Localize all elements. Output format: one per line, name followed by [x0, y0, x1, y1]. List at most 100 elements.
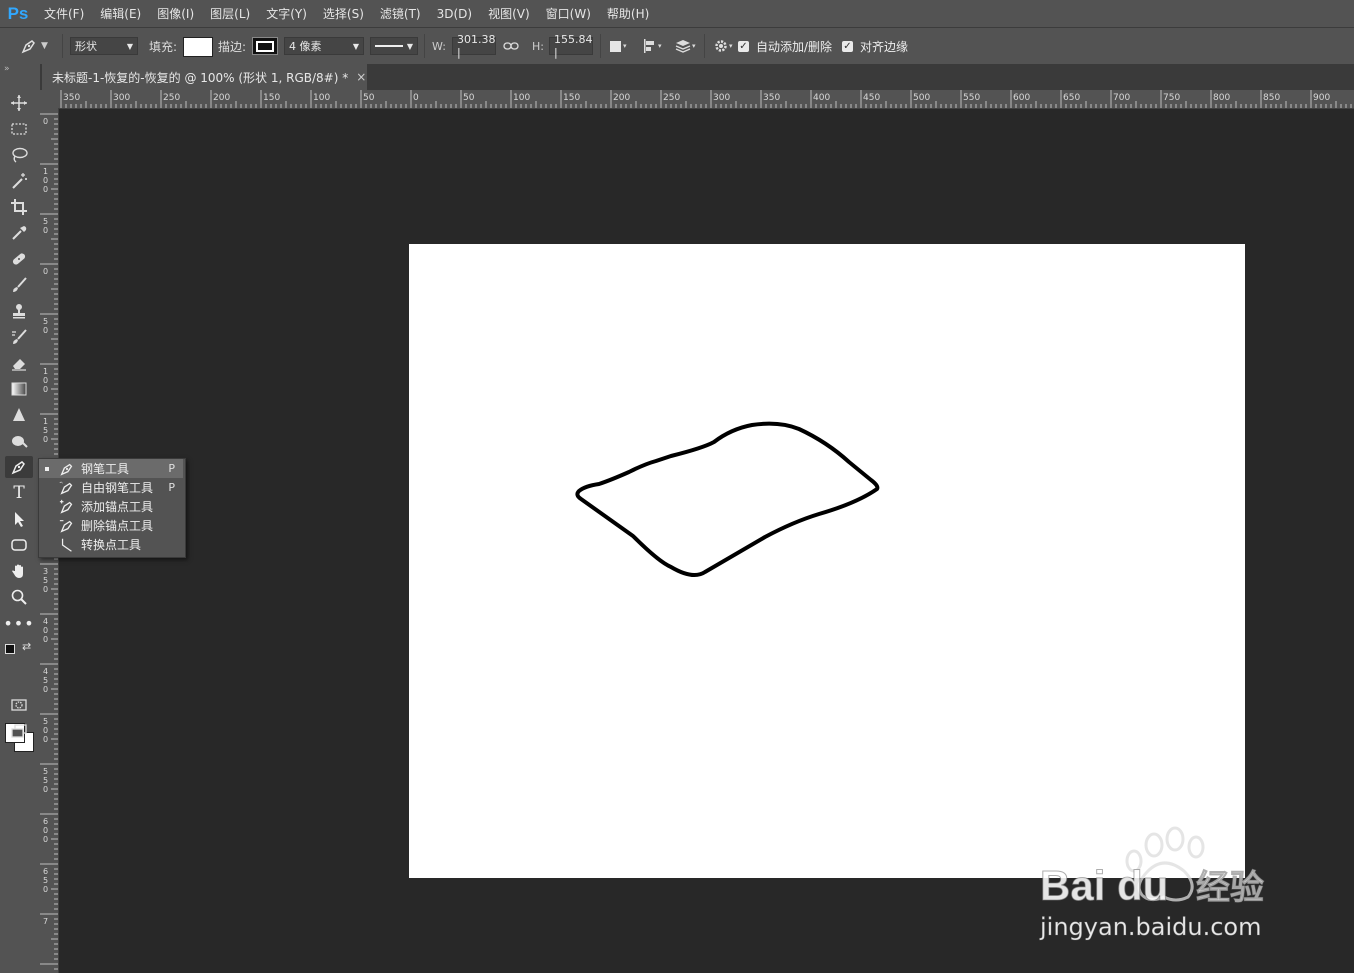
flyout-item-convert-point[interactable]: 转换点工具	[39, 535, 183, 554]
menu-3d[interactable]: 3D(D)	[429, 7, 480, 21]
shape-path[interactable]	[575, 421, 880, 578]
path-arrangement-icon[interactable]: ▾	[674, 37, 696, 55]
divider	[600, 34, 601, 58]
pen-icon	[59, 461, 75, 477]
horizontal-ruler[interactable]: 350 300 250 200 150 100 50 0 50 100 150 200 250 300 35…	[58, 90, 1354, 109]
ruler-tick-label: 0	[43, 376, 48, 385]
eraser-tool-icon[interactable]	[5, 352, 33, 374]
ruler-tick-label: 4	[43, 667, 48, 676]
height-input[interactable]: 155.84 |	[549, 33, 593, 59]
ruler-tick-label: 6	[43, 817, 48, 826]
ruler-tick-label: 5	[43, 317, 48, 326]
default-colors-icon[interactable]	[5, 644, 15, 654]
photoshop-logo: Ps	[7, 3, 29, 23]
move-tool-icon[interactable]	[5, 92, 33, 114]
ruler-tick-label: 50	[363, 93, 375, 103]
auto-add-delete-checkbox[interactable]: ✓ 自动添加/删除	[738, 37, 832, 55]
fill-swatch[interactable]	[183, 37, 213, 57]
align-edges-checkbox[interactable]: ✓ 对齐边缘	[842, 37, 908, 55]
ruler-tick-label: 0	[43, 267, 48, 276]
blur-tool-icon[interactable]	[5, 404, 33, 426]
ruler-tick-label: 650	[1063, 93, 1080, 103]
ruler-tick-label: 5	[43, 426, 48, 435]
close-icon[interactable]: ×	[356, 70, 366, 84]
zoom-tool-icon[interactable]	[5, 586, 33, 608]
quick-mask-icon[interactable]	[5, 694, 33, 716]
flyout-item-add-anchor[interactable]: 添加锚点工具	[39, 497, 183, 516]
ruler-tick-label: 3	[43, 567, 48, 576]
width-input[interactable]: 301.38 |	[452, 33, 496, 59]
menu-file[interactable]: 文件(F)	[36, 5, 92, 22]
drawn-shape[interactable]	[409, 244, 1245, 878]
gradient-tool-icon[interactable]	[5, 378, 33, 400]
menu-window[interactable]: 窗口(W)	[538, 5, 599, 22]
menu-view[interactable]: 视图(V)	[480, 5, 538, 22]
menu-select[interactable]: 选择(S)	[315, 5, 372, 22]
ruler-tick-label: 200	[613, 93, 630, 103]
ruler-tick-label: 0	[43, 117, 48, 126]
dodge-tool-icon[interactable]	[5, 430, 33, 452]
lasso-tool-icon[interactable]	[5, 144, 33, 166]
tool-preset-picker[interactable]: ▼	[20, 37, 48, 55]
screen-mode-icon[interactable]	[5, 720, 33, 742]
marquee-tool-icon[interactable]	[5, 118, 33, 140]
active-tool-indicator-icon	[45, 466, 49, 471]
delete-anchor-icon	[59, 518, 75, 534]
ruler-tick-label: 0	[413, 93, 419, 103]
history-brush-tool-icon[interactable]	[5, 326, 33, 348]
gear-icon[interactable]: ▾	[713, 37, 733, 55]
menu-image[interactable]: 图像(I)	[149, 5, 202, 22]
panel-collapse-icon[interactable]: »	[4, 64, 10, 74]
healing-brush-tool-icon[interactable]	[5, 248, 33, 270]
menu-layer[interactable]: 图层(L)	[202, 5, 258, 22]
menu-filter[interactable]: 滤镜(T)	[372, 5, 429, 22]
watermark-url: jingyan.baidu.com	[1039, 913, 1261, 941]
ruler-corner	[40, 90, 58, 108]
fill-label: 填充:	[149, 39, 178, 54]
flyout-item-freeform-pen[interactable]: 自由钢笔工具 P	[39, 478, 183, 497]
stroke-swatch[interactable]	[252, 37, 278, 55]
ruler-tick-label: 600	[1013, 93, 1030, 103]
rectangle-tool-icon[interactable]	[5, 534, 33, 556]
document-tab[interactable]: 未标题-1-恢复的-恢复的 @ 100% (形状 1, RGB/8#) * ×	[42, 64, 367, 90]
pen-tool-icon[interactable]	[5, 456, 33, 478]
link-icon[interactable]	[503, 37, 519, 55]
magic-wand-tool-icon[interactable]	[5, 170, 33, 192]
path-operations-icon[interactable]: ▾	[610, 37, 627, 55]
flyout-item-delete-anchor[interactable]: 删除锚点工具	[39, 516, 183, 535]
ruler-tick-label: 300	[113, 93, 130, 103]
menu-help[interactable]: 帮助(H)	[599, 5, 657, 22]
ruler-tick-label: 350	[763, 93, 780, 103]
path-alignment-icon[interactable]: ▾	[642, 37, 662, 55]
menu-edit[interactable]: 编辑(E)	[92, 5, 149, 22]
crop-tool-icon[interactable]	[5, 196, 33, 218]
flyout-item-pen[interactable]: 钢笔工具 P	[39, 459, 183, 478]
ruler-tick-label: 0	[43, 385, 48, 394]
menu-type[interactable]: 文字(Y)	[258, 5, 315, 22]
document-canvas[interactable]	[409, 244, 1245, 878]
flyout-item-label: 钢笔工具	[81, 462, 130, 476]
swap-colors-icon[interactable]: ⇄	[22, 640, 31, 653]
stroke-type-select[interactable]: ▼	[370, 37, 418, 55]
hand-tool-icon[interactable]	[5, 560, 33, 582]
clone-stamp-tool-icon[interactable]	[5, 300, 33, 322]
ruler-tick-label: 150	[263, 93, 280, 103]
brush-tool-icon[interactable]	[5, 274, 33, 296]
ruler-tick-label: 250	[163, 93, 180, 103]
ruler-tick-label: 100	[513, 93, 530, 103]
ruler-tick-label: 450	[863, 93, 880, 103]
mode-select[interactable]: 形状 ▼	[70, 37, 138, 55]
ruler-tick-label: 900	[1313, 93, 1330, 103]
chevron-down-icon: ▼	[126, 41, 133, 51]
path-selection-tool-icon[interactable]	[5, 508, 33, 530]
stroke-width-input[interactable]: 4 像素 ▼	[284, 37, 364, 55]
ruler-tick-label: 0	[43, 735, 48, 744]
type-tool-icon[interactable]: T	[5, 482, 33, 504]
eyedropper-tool-icon[interactable]	[5, 222, 33, 244]
ruler-tick-label: 550	[963, 93, 980, 103]
ruler-tick-label: 0	[43, 826, 48, 835]
more-tools-icon[interactable]: •••	[3, 612, 33, 634]
ruler-tick-label: 0	[43, 176, 48, 185]
ruler-tick-label: 1	[43, 367, 48, 376]
flyout-item-label: 删除锚点工具	[81, 519, 154, 533]
